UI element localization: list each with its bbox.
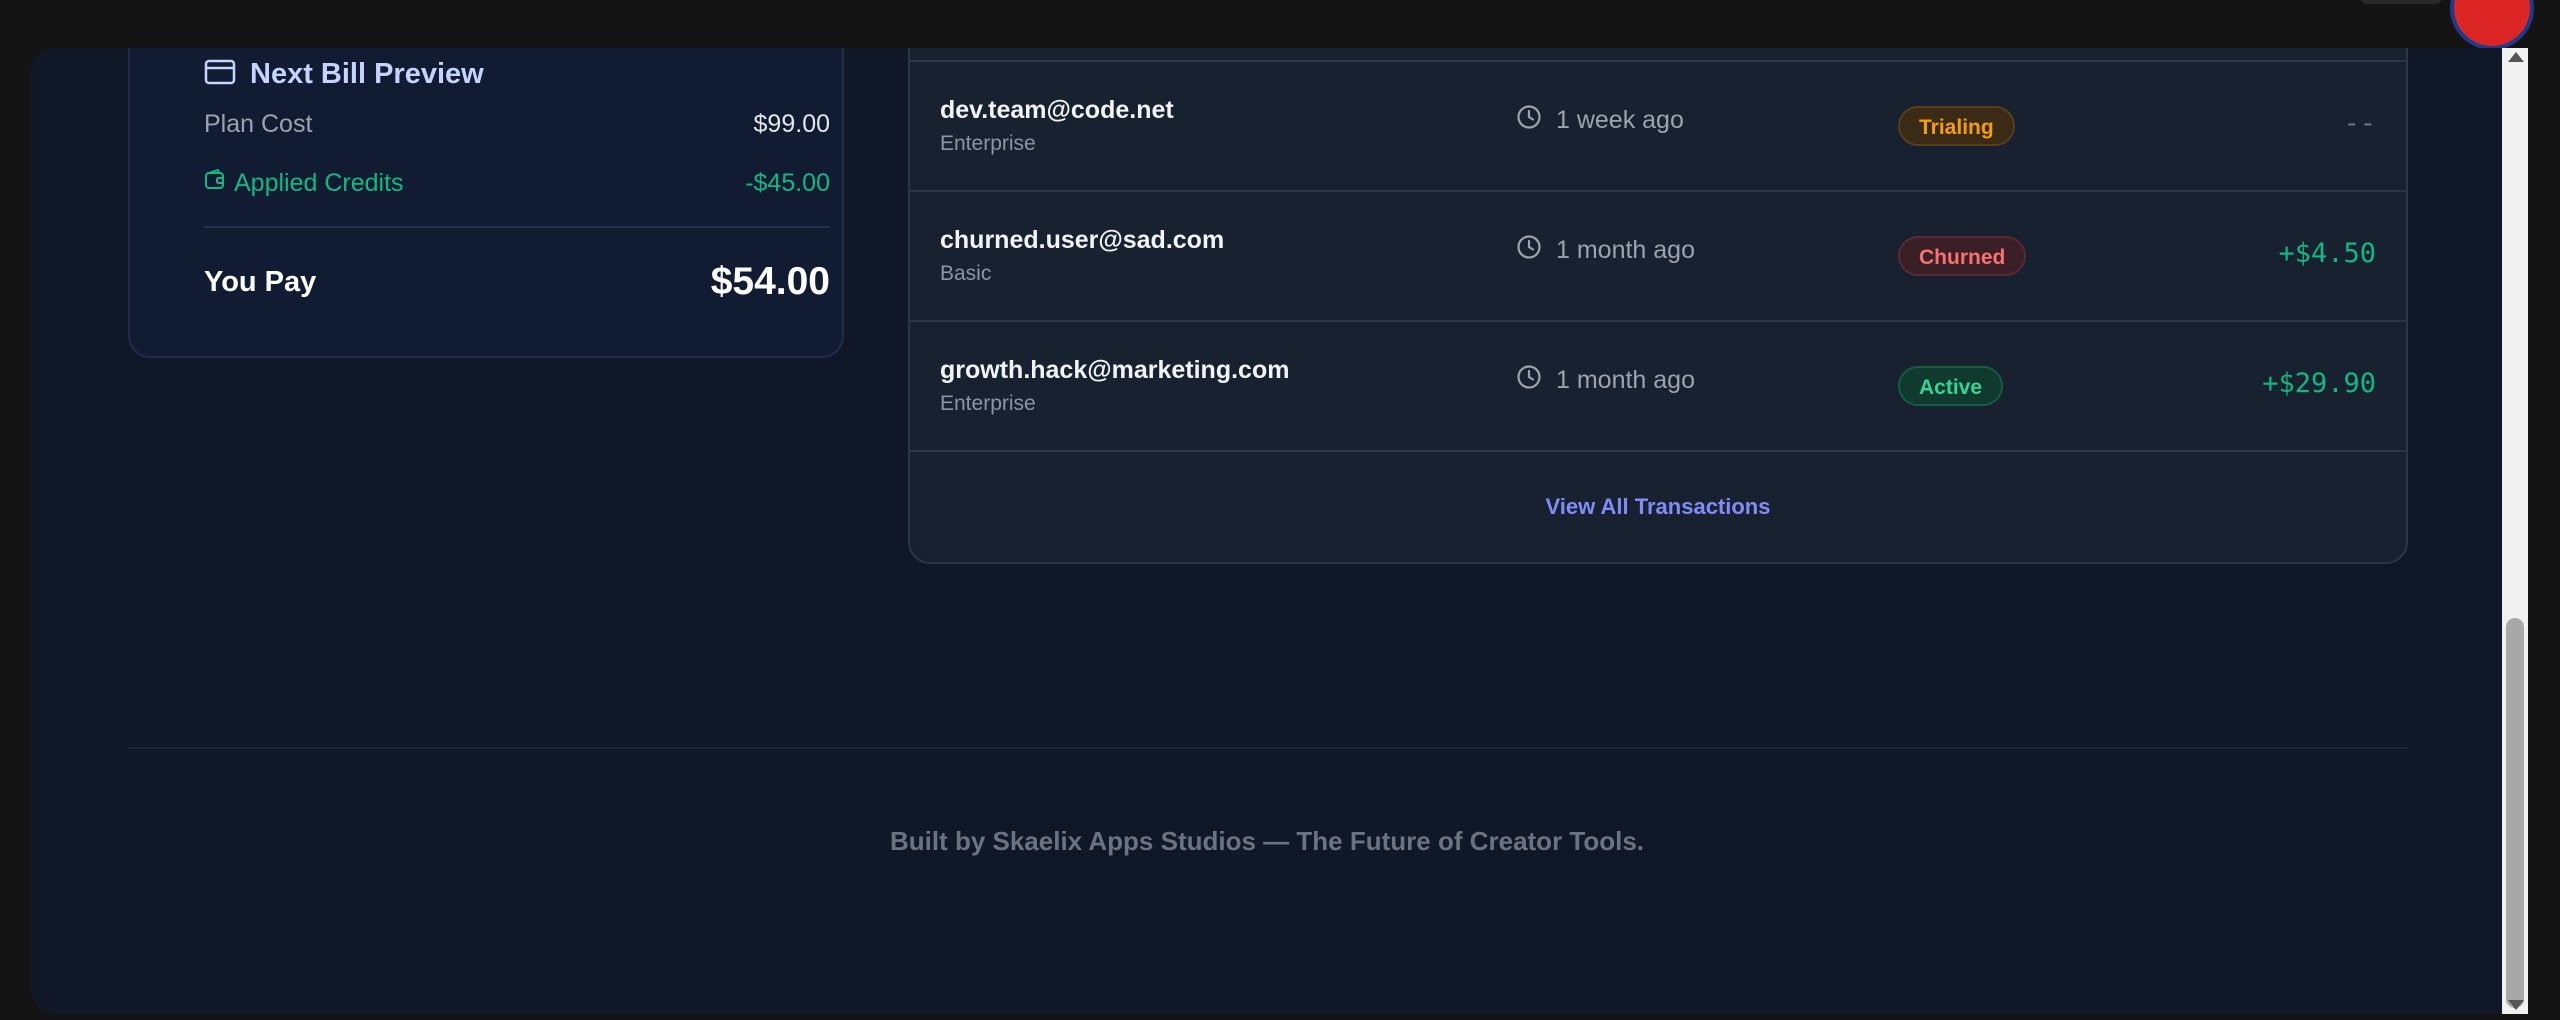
scrollbar[interactable] (2502, 48, 2528, 1014)
transaction-time: 1 month ago (1516, 364, 1695, 397)
transaction-time-text: 1 month ago (1556, 366, 1695, 394)
transaction-email: dev.team@code.net (940, 96, 1174, 124)
transaction-amount: +$4.50 (2278, 238, 2376, 269)
transaction-time-text: 1 week ago (1556, 106, 1684, 134)
transaction-plan: Enterprise (940, 392, 1036, 415)
transaction-time: 1 month ago (1516, 234, 1695, 267)
bill-title: Next Bill Preview (250, 58, 484, 90)
footer-credit: Built by Skaelix Apps Studios — The Futu… (889, 826, 1645, 856)
top-bar-pill[interactable] (2360, 0, 2442, 4)
avatar[interactable] (2454, 0, 2530, 46)
status-badge: Churned (1898, 236, 2027, 276)
scrollbar-thumb[interactable] (2506, 618, 2524, 1008)
clock-icon (1516, 234, 1542, 267)
browser-top-bar (0, 0, 2560, 48)
transaction-time: 1 week ago (1516, 104, 1684, 137)
wallet-icon (204, 168, 226, 198)
transaction-email: growth.hack@marketing.com (940, 356, 1290, 384)
bill-title-row: Next Bill Preview (204, 58, 484, 91)
applied-credits-value: -$45.00 (745, 169, 830, 197)
status-badge: Active (1898, 366, 2004, 406)
footer-divider (128, 747, 2408, 749)
plan-cost-row: Plan Cost $99.00 (204, 110, 830, 139)
transactions-card: dev.team@code.net Enterprise 1 week ago … (908, 48, 2408, 564)
applied-credits-label: Applied Credits (234, 169, 404, 197)
clock-icon (1516, 104, 1542, 137)
view-all-transactions-link[interactable]: View All Transactions (910, 452, 2406, 562)
applied-credits-label-group: Applied Credits (204, 168, 404, 198)
next-bill-preview-card: Next Bill Preview Plan Cost $99.00 Appli… (128, 48, 844, 358)
table-row[interactable]: growth.hack@marketing.com Enterprise 1 m… (910, 320, 2406, 450)
you-pay-row: You Pay $54.00 (204, 260, 830, 304)
transaction-time-text: 1 month ago (1556, 236, 1695, 264)
transaction-email: churned.user@sad.com (940, 226, 1225, 254)
app-window: Next Bill Preview Plan Cost $99.00 Appli… (30, 48, 2510, 1014)
you-pay-value: $54.00 (710, 260, 830, 303)
plan-cost-label: Plan Cost (204, 110, 313, 138)
transaction-amount: -- (2343, 108, 2376, 139)
status-badge: Trialing (1898, 106, 2015, 146)
transaction-plan: Enterprise (940, 132, 1036, 155)
you-pay-label: You Pay (204, 265, 317, 298)
transaction-plan: Basic (940, 262, 992, 285)
plan-cost-value: $99.00 (753, 110, 830, 138)
table-row[interactable]: dev.team@code.net Enterprise 1 week ago … (910, 60, 2406, 190)
bill-divider (204, 226, 830, 228)
scroll-down-arrow-icon[interactable] (2508, 1000, 2524, 1010)
table-row[interactable]: churned.user@sad.com Basic 1 month ago C… (910, 190, 2406, 320)
scroll-up-arrow-icon[interactable] (2508, 52, 2524, 62)
credit-card-icon (204, 59, 236, 90)
applied-credits-row: Applied Credits -$45.00 (204, 168, 830, 198)
transaction-amount: +$29.90 (2262, 368, 2376, 399)
clock-icon (1516, 364, 1542, 397)
